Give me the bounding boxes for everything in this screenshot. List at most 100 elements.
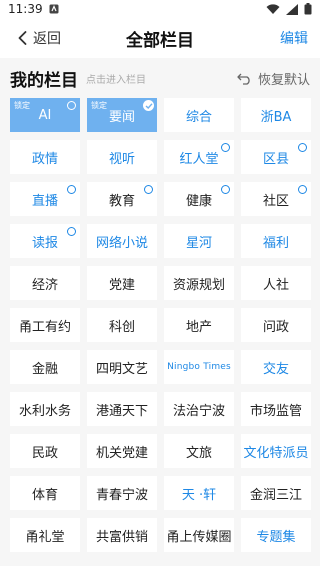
column-label: 共富供销 <box>95 529 148 545</box>
reset-label: 恢复默认 <box>257 72 310 88</box>
my-columns-header: 我的栏目 点击进入栏目 恢复默认 <box>0 58 320 98</box>
column-label: 科创 <box>108 319 135 335</box>
column-label: 教育 <box>108 193 135 209</box>
column-tile[interactable]: 法治宁波 <box>164 392 234 426</box>
column-tile[interactable]: 区县 <box>241 140 311 174</box>
column-tile[interactable]: 读报 <box>10 224 80 258</box>
column-label: 福利 <box>262 235 289 251</box>
column-tile[interactable]: Ningbo Times <box>164 350 234 384</box>
column-tile[interactable]: 党建 <box>87 266 157 300</box>
column-tile[interactable]: 红人堂 <box>164 140 234 174</box>
column-tile[interactable]: 健康 <box>164 182 234 216</box>
column-label: 港通天下 <box>95 403 148 419</box>
column-label: 经济 <box>31 277 58 293</box>
check-icon <box>143 100 154 111</box>
column-label: 直播 <box>31 193 58 209</box>
column-label: 甬上传媒圈 <box>166 529 232 545</box>
section-hint: 点击进入栏目 <box>86 74 146 86</box>
column-tile[interactable]: 政情 <box>10 140 80 174</box>
column-label: 视听 <box>108 151 135 167</box>
column-tile[interactable]: 人社 <box>241 266 311 300</box>
column-tile[interactable]: 共富供销 <box>87 518 157 552</box>
column-tile[interactable]: 直播 <box>10 182 80 216</box>
column-tile[interactable]: 教育 <box>87 182 157 216</box>
circle-badge-icon <box>221 143 230 152</box>
signal-icon <box>286 3 298 15</box>
column-tile[interactable]: 金融 <box>10 350 80 384</box>
column-label: 浙BA <box>260 109 292 125</box>
column-tile[interactable]: 甬礼堂 <box>10 518 80 552</box>
reset-default-button[interactable]: 恢复默认 <box>237 69 310 88</box>
column-tile[interactable]: 文化特派员 <box>241 434 311 468</box>
column-label: AI <box>38 107 52 123</box>
column-label: 政情 <box>31 151 58 167</box>
column-tile[interactable]: 体育 <box>10 476 80 510</box>
column-tile[interactable]: 市场监管 <box>241 392 311 426</box>
column-label: 甬礼堂 <box>25 529 65 545</box>
column-label: 文旅 <box>185 445 212 461</box>
column-tile[interactable]: 综合 <box>164 98 234 132</box>
column-tile[interactable]: 视听 <box>87 140 157 174</box>
column-label: 交友 <box>262 361 289 377</box>
column-label: 读报 <box>31 235 58 251</box>
column-tile[interactable]: 经济 <box>10 266 80 300</box>
circle-badge-icon <box>298 185 307 194</box>
column-tile[interactable]: 文旅 <box>164 434 234 468</box>
column-tile[interactable]: 社区 <box>241 182 311 216</box>
circle-badge-icon <box>298 143 307 152</box>
column-tile[interactable]: 甬工有约 <box>10 308 80 342</box>
column-label: 金融 <box>31 361 58 377</box>
status-time: 11:39 <box>8 2 43 16</box>
column-label: 综合 <box>185 109 212 125</box>
undo-icon <box>237 73 250 85</box>
column-label: 专题集 <box>256 529 296 545</box>
column-tile[interactable]: 资源规划 <box>164 266 234 300</box>
circle-badge-icon <box>67 185 76 194</box>
column-tile[interactable]: 天 ·轩 <box>164 476 234 510</box>
column-tile[interactable]: 四明文艺 <box>87 350 157 384</box>
fixed-tag: 锁定 <box>14 101 30 110</box>
column-tile[interactable]: 问政 <box>241 308 311 342</box>
column-label: 市场监管 <box>249 403 302 419</box>
column-label: 法治宁波 <box>172 403 225 419</box>
column-tile[interactable]: 金润三江 <box>241 476 311 510</box>
column-label: Ningbo Times <box>167 362 231 372</box>
column-tile[interactable]: 民政 <box>10 434 80 468</box>
column-label: 党建 <box>108 277 135 293</box>
column-tile[interactable]: 地产 <box>164 308 234 342</box>
column-tile[interactable]: 网络小说 <box>87 224 157 258</box>
column-tile[interactable]: 青春宁波 <box>87 476 157 510</box>
column-tile[interactable]: 福利 <box>241 224 311 258</box>
column-label: 网络小说 <box>95 235 148 251</box>
column-label: 健康 <box>185 193 212 209</box>
column-label: 体育 <box>31 487 58 503</box>
column-label: 资源规划 <box>172 277 225 293</box>
column-tile[interactable]: 港通天下 <box>87 392 157 426</box>
column-tile[interactable]: 交友 <box>241 350 311 384</box>
column-label: 机关党建 <box>95 445 148 461</box>
column-label: 红人堂 <box>179 151 219 167</box>
column-grid: 锁定 AI 锁定 要闻 综合 浙BA 政情 视听 红人堂 区县直播 教育 健康 社区读报 网络小说 星河 福利… <box>0 98 320 552</box>
battery-icon <box>304 3 312 15</box>
back-button[interactable]: 返回 <box>0 28 61 48</box>
column-tile[interactable]: 星河 <box>164 224 234 258</box>
column-label: 青春宁波 <box>95 487 148 503</box>
column-tile[interactable]: 甬上传媒圈 <box>164 518 234 552</box>
column-label: 要闻 <box>108 109 135 125</box>
column-label: 水利水务 <box>18 403 71 419</box>
column-label: 民政 <box>31 445 58 461</box>
column-tile[interactable]: 锁定 要闻 <box>87 98 157 132</box>
circle-badge-icon <box>221 185 230 194</box>
column-label: 四明文艺 <box>95 361 148 377</box>
nav-bar: 返回 全部栏目 编辑 <box>0 18 320 58</box>
column-tile[interactable]: 专题集 <box>241 518 311 552</box>
circle-badge-icon <box>144 185 153 194</box>
section-title: 我的栏目 <box>10 70 78 91</box>
edit-button[interactable]: 编辑 <box>280 28 308 48</box>
column-tile[interactable]: 锁定 AI <box>10 98 80 132</box>
column-tile[interactable]: 浙BA <box>241 98 311 132</box>
column-label: 社区 <box>262 193 289 209</box>
column-tile[interactable]: 机关党建 <box>87 434 157 468</box>
column-tile[interactable]: 科创 <box>87 308 157 342</box>
column-tile[interactable]: 水利水务 <box>10 392 80 426</box>
